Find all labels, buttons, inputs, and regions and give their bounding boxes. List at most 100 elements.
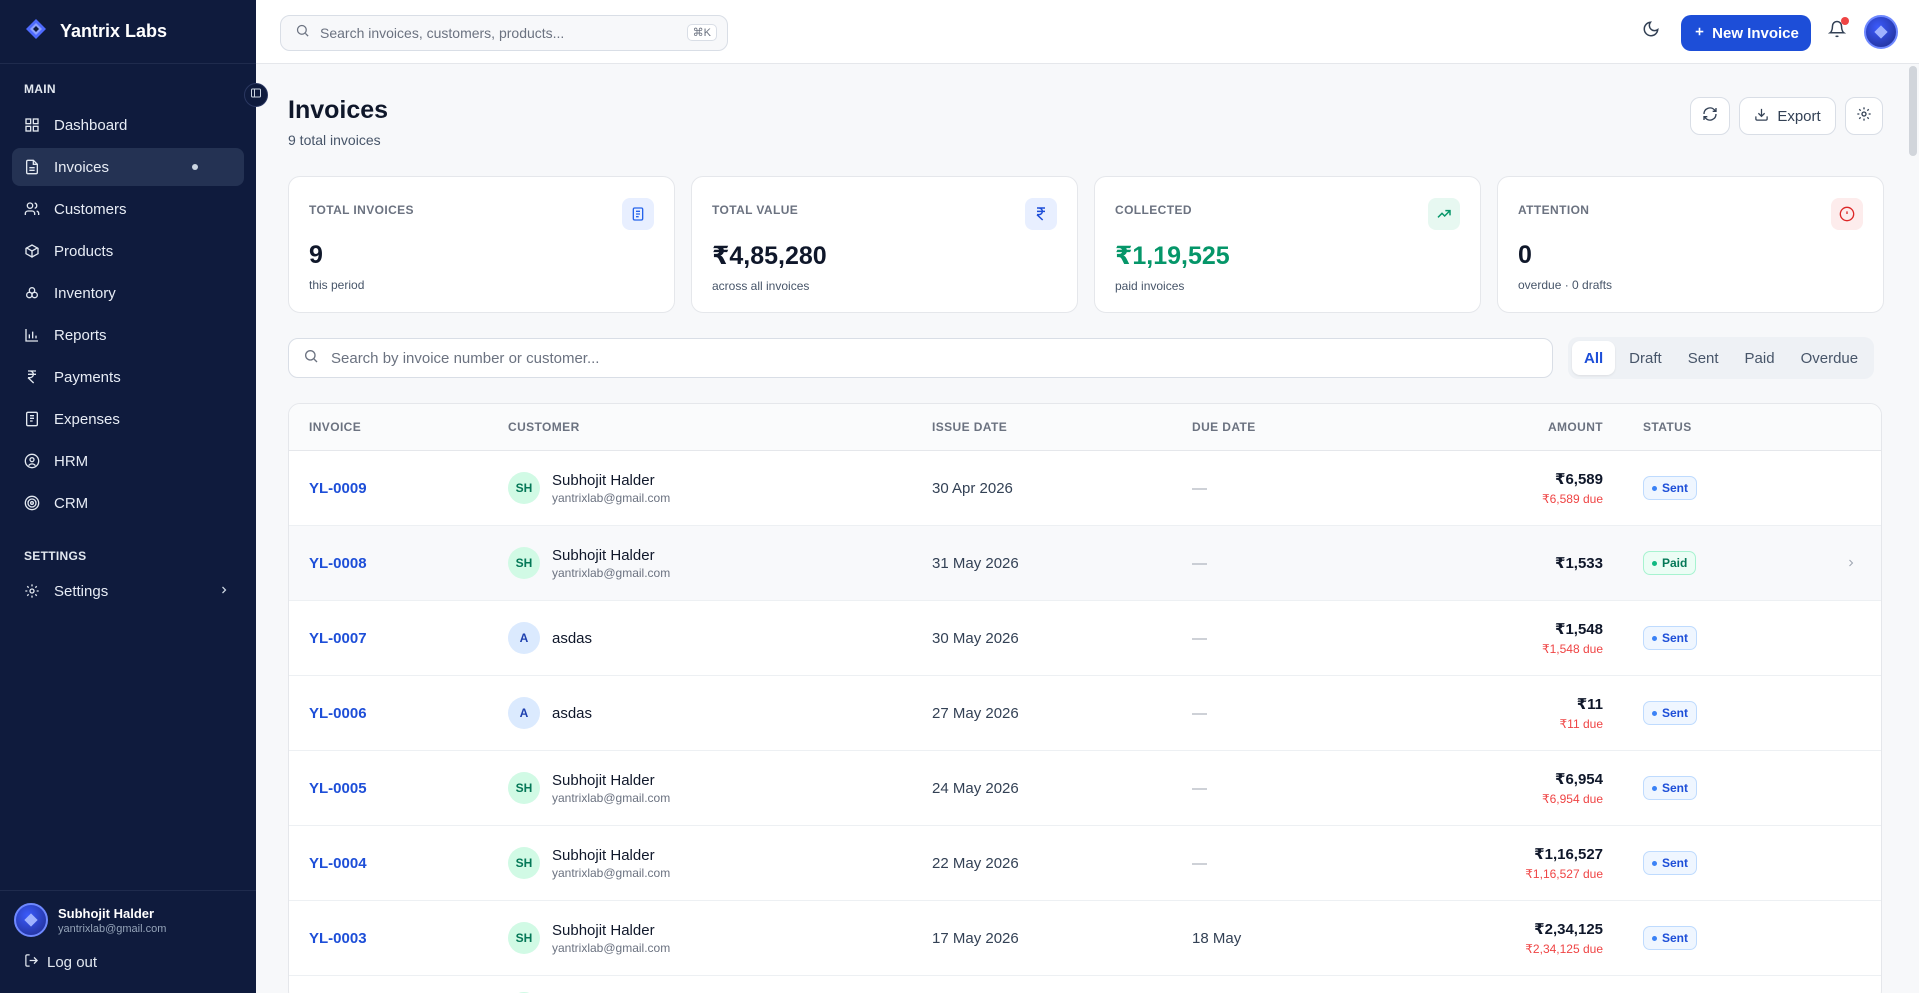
issue-date: 17 May 2026	[932, 929, 1019, 947]
stat-value: 9	[309, 241, 323, 269]
status-dot	[1652, 935, 1657, 941]
status-label: Sent	[1662, 631, 1689, 645]
customer-avatar: SH	[508, 922, 540, 954]
filter-tab-all[interactable]: All	[1572, 341, 1616, 375]
export-button[interactable]: Export	[1739, 97, 1836, 135]
table-row[interactable]: YL-0003 SH Subhojit Halder yantrixlab@gmail…	[289, 901, 1881, 976]
stat-subtext: paid invoices	[1115, 279, 1185, 293]
column-header-customer[interactable]: CUSTOMER	[508, 420, 580, 434]
issue-date: 22 May 2026	[932, 854, 1019, 872]
customer-email: yantrixlab@gmail.com	[552, 490, 671, 505]
table-row[interactable]: YL-0004 SH Subhojit Halder yantrixlab@gmail…	[289, 826, 1881, 901]
filter-tab-draft[interactable]: Draft	[1617, 341, 1674, 375]
status-cell: Sent	[1643, 826, 1698, 900]
user-avatar-button[interactable]	[1864, 15, 1898, 49]
status-label: Paid	[1662, 556, 1688, 570]
sidebar-item-hrm[interactable]: HRM	[12, 442, 244, 480]
sidebar-item-invoices[interactable]: Invoices	[12, 148, 244, 186]
table-row[interactable]: YL-0005 SH Subhojit Halder yantrixlab@gmail…	[289, 751, 1881, 826]
invoice-number-link[interactable]: YL-0009	[309, 451, 367, 525]
page-title: Invoices	[288, 96, 389, 124]
table-row[interactable]: YL-0007 Aasdas 30 May 2026 — ₹1,548 ₹1,548 du…	[289, 601, 1881, 676]
sidebar-item-expenses[interactable]: Expenses	[12, 400, 244, 438]
amount-total: ₹1,16,527	[1534, 846, 1603, 863]
new-invoice-button[interactable]: New Invoice	[1681, 15, 1811, 51]
target-icon	[24, 495, 40, 511]
notifications-button[interactable]	[1827, 17, 1849, 43]
stat-label: COLLECTED	[1115, 203, 1192, 217]
rupee-icon	[1025, 198, 1057, 230]
sidebar-item-inventory[interactable]: Inventory	[12, 274, 244, 312]
column-header-status[interactable]: STATUS	[1643, 420, 1692, 434]
invoice-number-link[interactable]: YL-0008	[309, 526, 367, 600]
page-subtitle: 9 total invoices	[288, 132, 381, 148]
column-header-invoice[interactable]: INVOICE	[309, 420, 361, 434]
amount-due: ₹1,548 due	[1541, 642, 1603, 656]
global-search-input[interactable]	[320, 25, 680, 41]
amount-due: ₹1,16,527 due	[1525, 867, 1603, 881]
bar-chart-icon	[24, 327, 40, 343]
due-date: —	[1192, 854, 1207, 872]
brand[interactable]: Yantrix Labs	[0, 0, 256, 64]
stat-value: 0	[1518, 241, 1532, 269]
sidebar-collapse-button[interactable]	[244, 83, 268, 107]
theme-toggle-button[interactable]	[1642, 20, 1660, 43]
sidebar-item-crm[interactable]: CRM	[12, 484, 244, 522]
scrollbar-thumb[interactable]	[1909, 66, 1917, 156]
table-settings-button[interactable]	[1845, 97, 1883, 135]
grid-icon	[24, 117, 40, 133]
column-header-due-date[interactable]: DUE DATE	[1192, 420, 1256, 434]
page-scrollbar[interactable]	[1907, 64, 1919, 993]
bell-icon	[1827, 20, 1847, 42]
invoice-number-link[interactable]: YL-0006	[309, 676, 367, 750]
refresh-button[interactable]	[1690, 97, 1730, 135]
status-dot	[1652, 560, 1657, 566]
table-row[interactable]: YL-0008 SH Subhojit Halder yantrixlab@gmail…	[289, 526, 1881, 601]
table-row[interactable]: YL-0009 SH Subhojit Halder yantrixlab@gmail…	[289, 451, 1881, 526]
stat-card-collected: COLLECTED ₹1,19,525 paid invoices	[1094, 176, 1481, 313]
amount-total: ₹6,589	[1555, 471, 1603, 488]
receipt-icon	[24, 411, 40, 427]
global-search[interactable]: ⌘K	[280, 15, 728, 51]
sidebar-item-dashboard[interactable]: Dashboard	[12, 106, 244, 144]
avatar	[14, 903, 48, 937]
sidebar-item-label: Customers	[54, 200, 127, 218]
sidebar-item-settings[interactable]: Settings	[12, 572, 244, 610]
stat-subtext: overdue · 0 drafts	[1518, 278, 1613, 292]
invoice-search[interactable]	[288, 338, 1553, 378]
column-header-issue-date[interactable]: ISSUE DATE	[932, 420, 1007, 434]
column-header-amount[interactable]: AMOUNT	[1548, 420, 1603, 434]
issue-date: 27 May 2026	[932, 704, 1019, 722]
status-badge: Sent	[1643, 626, 1698, 650]
sidebar-item-label: Expenses	[54, 410, 120, 428]
invoice-number-link[interactable]: YL-0004	[309, 826, 367, 900]
sidebar-item-customers[interactable]: Customers	[12, 190, 244, 228]
table-row[interactable]: YL-0006 Aasdas 27 May 2026 — ₹11 ₹11 due Sent	[289, 676, 1881, 751]
filter-tab-paid[interactable]: Paid	[1733, 341, 1787, 375]
chevron-right-icon[interactable]	[1845, 526, 1857, 600]
logout-button[interactable]: Log out	[14, 953, 256, 972]
filter-tab-sent[interactable]: Sent	[1676, 341, 1731, 375]
due-date: 18 May	[1192, 929, 1242, 947]
sidebar-item-reports[interactable]: Reports	[12, 316, 244, 354]
table-row[interactable]: SHSubhojit Halder	[289, 976, 1881, 993]
topbar: ⌘K New Invoice	[256, 0, 1919, 64]
stat-label: TOTAL INVOICES	[309, 203, 414, 217]
amount-cell: ₹1,16,527 ₹1,16,527 due	[1525, 826, 1603, 900]
invoice-number-link[interactable]: YL-0005	[309, 751, 367, 825]
status-dot	[1652, 635, 1657, 641]
user-row[interactable]: Subhojit Halder yantrixlab@gmail.com	[14, 903, 256, 937]
amount-cell: ₹11 ₹11 due	[1560, 676, 1603, 750]
invoice-number-link[interactable]: YL-0007	[309, 601, 367, 675]
stat-value: ₹1,19,525	[1115, 242, 1230, 270]
invoice-search-input[interactable]	[331, 349, 1431, 367]
sidebar-item-payments[interactable]: Payments	[12, 358, 244, 396]
filter-tab-overdue[interactable]: Overdue	[1789, 341, 1871, 375]
customer-cell: Aasdas	[508, 676, 592, 750]
invoice-number-link[interactable]: YL-0003	[309, 901, 367, 975]
status-badge: Sent	[1643, 476, 1698, 500]
sidebar-item-products[interactable]: Products	[12, 232, 244, 270]
status-cell: Sent	[1643, 901, 1698, 975]
status-dot	[1652, 785, 1657, 791]
due-date: —	[1192, 554, 1207, 572]
